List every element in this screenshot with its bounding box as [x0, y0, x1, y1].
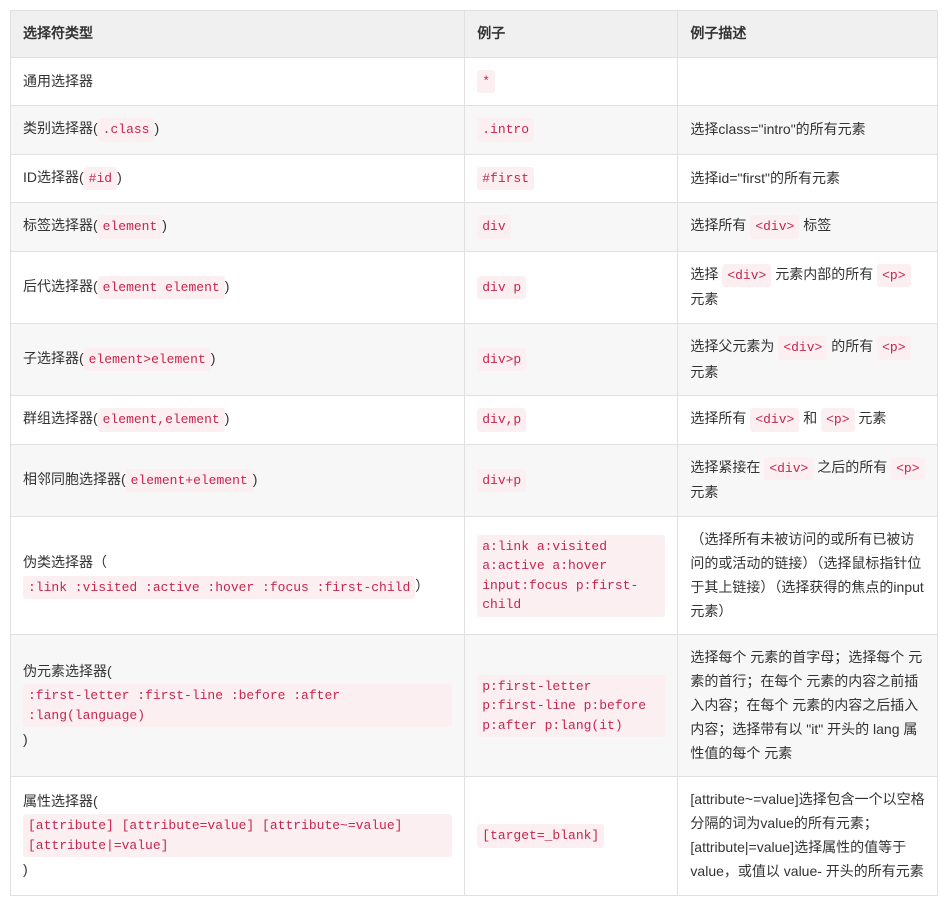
code-token: div+p: [477, 469, 526, 493]
code-token: element+element: [126, 469, 253, 493]
table-row: ID选择器(#id) #first 选择id="first"的所有元素: [11, 154, 938, 203]
table-header-row: 选择符类型 例子 例子描述: [11, 11, 938, 58]
cell-desc: [attribute~=value]选择包含一个以空格分隔的词为value的所有…: [678, 777, 938, 895]
cell-example: div+p: [465, 444, 678, 516]
cell-type: 后代选择器(element element): [11, 251, 465, 323]
cell-example: div: [465, 203, 678, 252]
table-body: 通用选择器 * 类别选择器(.class) .intro 选择class="intro"…: [11, 57, 938, 895]
cell-example: div,p: [465, 396, 678, 445]
code-token: p:first-letter p:first-line p:before p:a…: [477, 675, 665, 738]
code-token: div p: [477, 276, 526, 300]
cell-type: 子选择器(element>element): [11, 324, 465, 396]
table-row: 伪类选择器（:link :visited :active :hover :foc…: [11, 517, 938, 635]
code-token: <p>: [877, 264, 910, 288]
code-token: div,p: [477, 408, 526, 432]
cell-example: *: [465, 57, 678, 106]
cell-type: 类别选择器(.class): [11, 106, 465, 155]
table-row: 标签选择器(element) div 选择所有 <div> 标签: [11, 203, 938, 252]
code-token: :link :visited :active :hover :focus :fi…: [23, 576, 415, 600]
cell-desc: 选择每个 元素的首字母；选择每个 元素的首行；在每个 元素的内容之前插入内容；在…: [678, 635, 938, 777]
code-token: element: [98, 215, 163, 239]
cell-desc: [678, 57, 938, 106]
code-token: :first-letter :first-line :before :after…: [23, 684, 452, 727]
code-token: [attribute] [attribute=value] [attribute…: [23, 814, 452, 857]
code-token: element>element: [84, 348, 211, 372]
code-token: div: [477, 215, 510, 239]
code-token: <div>: [750, 408, 799, 432]
cell-type: 属性选择器([attribute] [attribute=value] [att…: [11, 777, 465, 895]
table-row: 子选择器(element>element) div>p 选择父元素为 <div> 的…: [11, 324, 938, 396]
table-row: 属性选择器([attribute] [attribute=value] [att…: [11, 777, 938, 895]
code-token: <div>: [722, 264, 771, 288]
table-row: 通用选择器 *: [11, 57, 938, 106]
cell-desc: 选择id="first"的所有元素: [678, 154, 938, 203]
selector-table: 选择符类型 例子 例子描述 通用选择器 * 类别选择器(.class) .intro 选…: [10, 10, 938, 896]
cell-type: 相邻同胞选择器(element+element): [11, 444, 465, 516]
cell-example: #first: [465, 154, 678, 203]
code-token: .class: [98, 118, 155, 142]
code-token: <div>: [750, 215, 799, 239]
header-desc: 例子描述: [678, 11, 938, 58]
cell-example: a:link a:visited a:active a:hover input:…: [465, 517, 678, 635]
table-row: 伪元素选择器(:first-letter :first-line :before…: [11, 635, 938, 777]
code-token: #id: [84, 167, 117, 191]
code-token: div>p: [477, 348, 526, 372]
table-row: 后代选择器(element element) div p 选择 <div> 元素内部…: [11, 251, 938, 323]
cell-desc: 选择父元素为 <div> 的所有 <p> 元素: [678, 324, 938, 396]
table-row: 群组选择器(element,element) div,p 选择所有 <div> 和 …: [11, 396, 938, 445]
code-token: a:link a:visited a:active a:hover input:…: [477, 535, 665, 617]
cell-type: 伪元素选择器(:first-letter :first-line :before…: [11, 635, 465, 777]
cell-desc: 选择紧接在 <div> 之后的所有 <p> 元素: [678, 444, 938, 516]
cell-desc: 选择所有 <div> 标签: [678, 203, 938, 252]
code-token: <div>: [764, 457, 813, 481]
code-token: element element: [98, 276, 225, 300]
cell-example: .intro: [465, 106, 678, 155]
cell-example: [target=_blank]: [465, 777, 678, 895]
cell-desc: 选择class="intro"的所有元素: [678, 106, 938, 155]
code-token: #first: [477, 167, 534, 191]
cell-example: p:first-letter p:first-line p:before p:a…: [465, 635, 678, 777]
code-token: <p>: [877, 336, 910, 360]
cell-desc: 选择所有 <div> 和 <p> 元素: [678, 396, 938, 445]
table-row: 类别选择器(.class) .intro 选择class="intro"的所有元素: [11, 106, 938, 155]
cell-type: 伪类选择器（:link :visited :active :hover :foc…: [11, 517, 465, 635]
header-example: 例子: [465, 11, 678, 58]
cell-desc: （选择所有未被访问的或所有已被访问的或活动的链接）（选择鼠标指针位于其上链接）（…: [678, 517, 938, 635]
cell-desc: 选择 <div> 元素内部的所有 <p> 元素: [678, 251, 938, 323]
code-token: [target=_blank]: [477, 824, 604, 848]
code-token: *: [477, 70, 495, 94]
cell-type: 标签选择器(element): [11, 203, 465, 252]
code-token: <p>: [821, 408, 854, 432]
cell-example: div p: [465, 251, 678, 323]
header-type: 选择符类型: [11, 11, 465, 58]
code-token: element,element: [98, 408, 225, 432]
cell-example: div>p: [465, 324, 678, 396]
cell-type: 群组选择器(element,element): [11, 396, 465, 445]
cell-type: 通用选择器: [11, 57, 465, 106]
table-row: 相邻同胞选择器(element+element) div+p 选择紧接在 <div>…: [11, 444, 938, 516]
code-token: .intro: [477, 118, 534, 142]
cell-type: ID选择器(#id): [11, 154, 465, 203]
code-token: <p>: [891, 457, 924, 481]
code-token: <div>: [778, 336, 827, 360]
